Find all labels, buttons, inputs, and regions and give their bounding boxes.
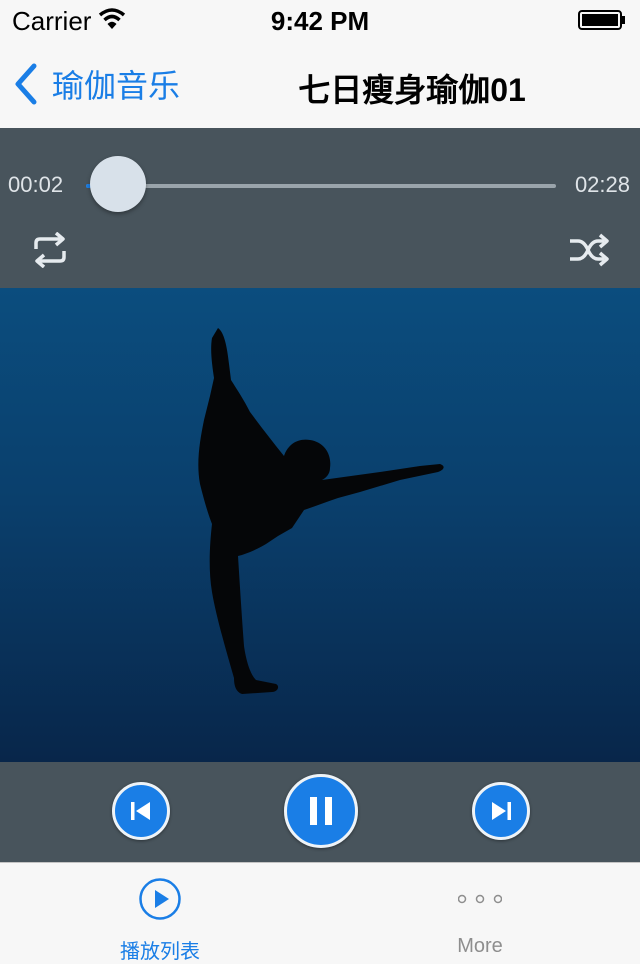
page-title: 七日瘦身瑜伽01 <box>298 72 526 108</box>
navigation-bar: 瑜伽音乐 七日瘦身瑜伽01 <box>0 40 640 129</box>
progress-panel: 00:02 02:28 <box>0 128 640 288</box>
pause-button[interactable] <box>284 774 358 848</box>
skip-next-icon <box>492 802 511 820</box>
next-track-button[interactable] <box>472 782 530 840</box>
status-bar: Carrier 9:42 PM <box>0 0 640 40</box>
battery-icon <box>578 10 625 30</box>
total-duration: 02:28 <box>574 172 630 197</box>
elapsed-time: 00:02 <box>8 172 64 197</box>
playback-controls <box>0 762 640 862</box>
album-artwork <box>0 288 640 762</box>
play-circle-icon <box>139 878 181 920</box>
tab-more[interactable]: More <box>380 863 580 961</box>
yoga-silhouette-image <box>198 328 444 694</box>
tab-bar: 播放列表 More <box>0 862 640 963</box>
tab-playlist[interactable]: 播放列表 <box>60 863 260 963</box>
more-dots-icon <box>458 894 502 904</box>
previous-track-button[interactable] <box>112 782 170 840</box>
skip-previous-icon <box>131 802 150 820</box>
progress-thumb[interactable] <box>90 156 146 212</box>
tab-more-label: More <box>457 935 503 957</box>
status-clock: 9:42 PM <box>270 6 370 36</box>
pause-icon <box>310 797 332 825</box>
repeat-icon[interactable] <box>30 232 70 268</box>
progress-slider[interactable] <box>86 184 556 188</box>
shuffle-icon[interactable] <box>568 232 610 268</box>
page-title-wrap: 七日瘦身瑜伽01 <box>0 65 640 111</box>
